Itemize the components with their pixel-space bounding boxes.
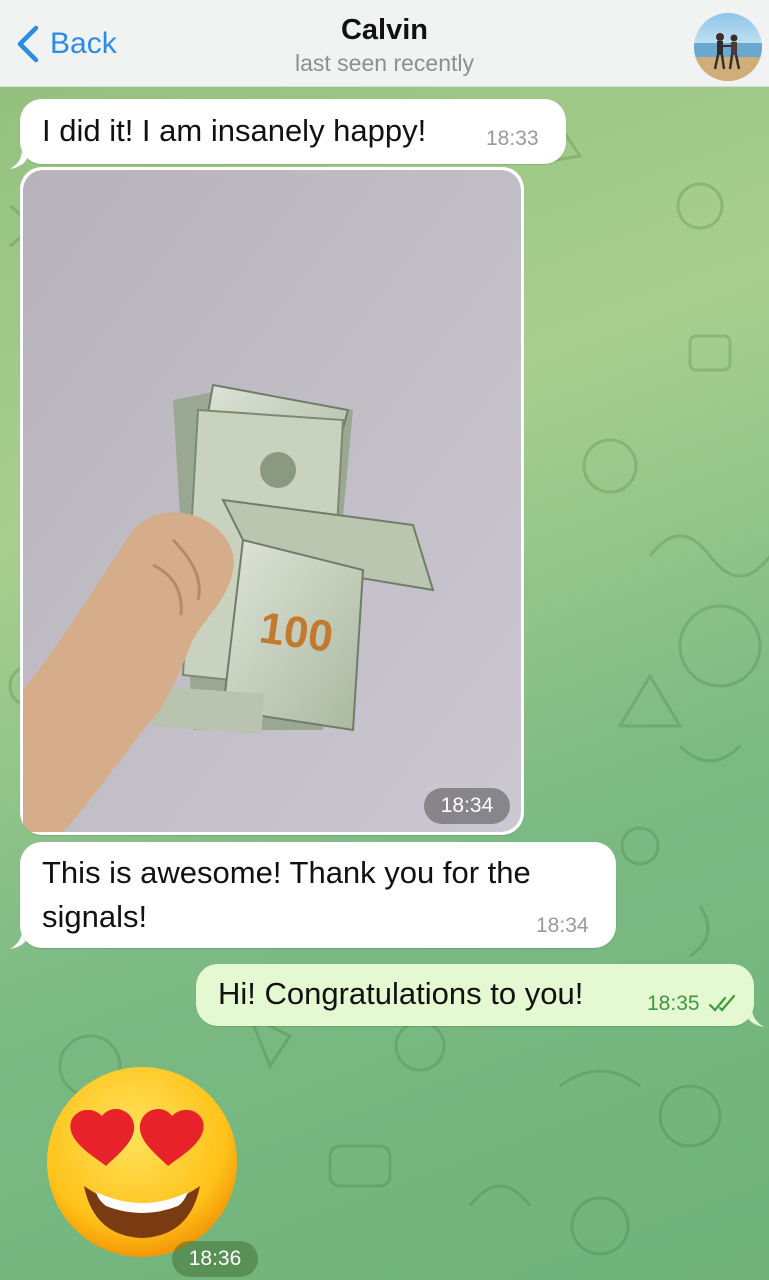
message-time: 18:34 xyxy=(536,914,589,937)
svg-text:100: 100 xyxy=(257,603,337,662)
chat-header: Back Calvin last seen recently xyxy=(0,0,769,87)
message-text: Hi! Congratulations to you! xyxy=(218,976,584,1011)
message-text: I did it! I am insanely happy! xyxy=(42,113,427,148)
last-seen-status: last seen recently xyxy=(295,50,474,76)
sticker-time-badge: 18:36 xyxy=(172,1241,258,1277)
message-incoming[interactable]: I did it! I am insanely happy! 18:33 xyxy=(20,99,566,164)
message-text-line-1: This is awesome! Thank you for the xyxy=(42,855,531,890)
message-outgoing[interactable]: Hi! Congratulations to you! 18:35 xyxy=(196,964,754,1026)
photo-time-badge: 18:34 xyxy=(424,788,510,824)
avatar-image xyxy=(694,33,762,81)
avatar[interactable] xyxy=(694,13,762,81)
double-check-icon xyxy=(708,994,736,1012)
message-text-line-2: signals! xyxy=(42,899,148,934)
chat-title[interactable]: Calvin xyxy=(0,14,769,47)
message-photo[interactable]: 100 18:34 xyxy=(20,167,524,835)
photo-money-in-hand: 100 xyxy=(23,170,521,832)
heart-eyes-emoji-sticker[interactable] xyxy=(44,1064,240,1260)
message-incoming[interactable]: This is awesome! Thank you for the signa… xyxy=(20,842,616,948)
message-time: 18:33 xyxy=(486,127,539,150)
message-time: 18:35 xyxy=(647,992,700,1015)
